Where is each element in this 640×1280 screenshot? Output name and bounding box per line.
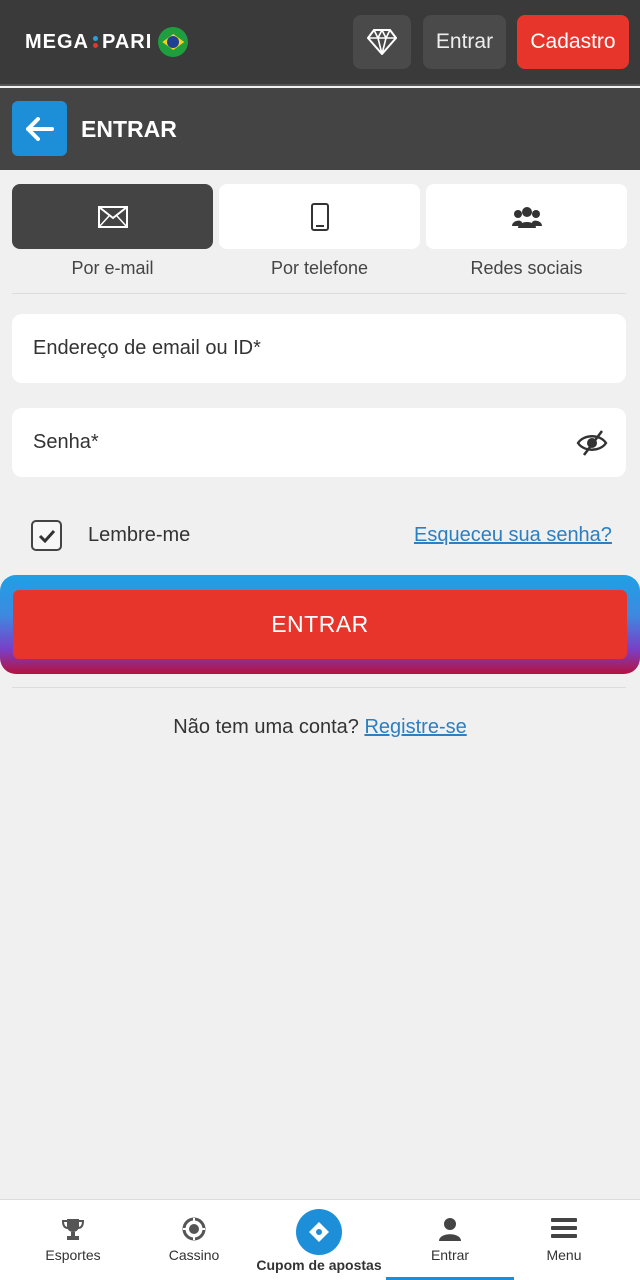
megapari-logo[interactable]: MEGA PARI (25, 26, 189, 58)
remember-label: Lembre-me (88, 524, 191, 546)
checkmark-icon (38, 529, 55, 543)
vip-diamond-button[interactable] (353, 15, 411, 69)
top-bar: MEGA PARI Entrar Cadastro (0, 0, 640, 86)
submit-highlight: ENTRAR (0, 575, 640, 674)
page-header: ENTRAR (0, 88, 640, 170)
nav-label: Cassino (168, 1247, 220, 1263)
divider (12, 687, 626, 688)
tab-phone[interactable] (219, 184, 420, 249)
tab-social[interactable] (426, 184, 627, 249)
eye-off-icon[interactable] (576, 429, 608, 457)
nav-label: Esportes (45, 1247, 101, 1263)
nav-label: Entrar (430, 1247, 470, 1263)
casino-chip-icon (182, 1217, 206, 1241)
signup-prompt-text: Não tem uma conta? (173, 716, 359, 738)
hamburger-icon (551, 1218, 577, 1238)
logo-dots (93, 35, 98, 49)
header-enter-button[interactable]: Entrar (423, 15, 506, 69)
nav-menu[interactable]: Menu (500, 1200, 628, 1280)
users-icon (511, 206, 542, 228)
email-field[interactable] (12, 314, 626, 383)
tab-phone-label: Por telefone (270, 258, 369, 278)
header-register-button[interactable]: Cadastro (517, 15, 629, 69)
login-submit-button[interactable]: ENTRAR (13, 590, 627, 659)
page-title: ENTRAR (81, 116, 177, 142)
signup-prompt: Não tem uma conta? Registre-se (0, 716, 640, 739)
envelope-icon (97, 205, 128, 228)
register-link[interactable]: Registre-se (364, 716, 466, 738)
nav-label: Menu (546, 1247, 582, 1263)
tab-social-label: Redes sociais (470, 258, 583, 278)
bottom-nav: Esportes Cassino Cupom de apostas Entrar (0, 1199, 640, 1280)
nav-bet-slip[interactable]: Cupom de apostas (255, 1200, 383, 1280)
bet-slip-badge (296, 1209, 342, 1255)
diamond-icon (367, 29, 397, 55)
tab-email[interactable] (12, 184, 213, 249)
tab-email-label: Por e-mail (71, 258, 154, 278)
arrow-left-icon (25, 116, 54, 141)
logo-text-left: MEGA (25, 30, 89, 53)
back-button[interactable] (12, 101, 67, 156)
forgot-password-link[interactable]: Esqueceu sua senha? (414, 524, 612, 547)
nav-sports[interactable]: Esportes (9, 1200, 137, 1280)
brazil-flag-icon (158, 27, 189, 57)
phone-icon (310, 202, 329, 231)
password-field[interactable] (12, 408, 626, 477)
ticket-icon (309, 1222, 329, 1242)
nav-login[interactable]: Entrar (386, 1200, 514, 1280)
divider (12, 293, 626, 294)
user-icon (439, 1218, 461, 1241)
nav-label: Cupom de apostas (256, 1257, 382, 1273)
nav-casino[interactable]: Cassino (130, 1200, 258, 1280)
trophy-icon (61, 1219, 85, 1240)
remember-checkbox[interactable] (31, 520, 62, 551)
logo-text-right: PARI (102, 30, 153, 53)
